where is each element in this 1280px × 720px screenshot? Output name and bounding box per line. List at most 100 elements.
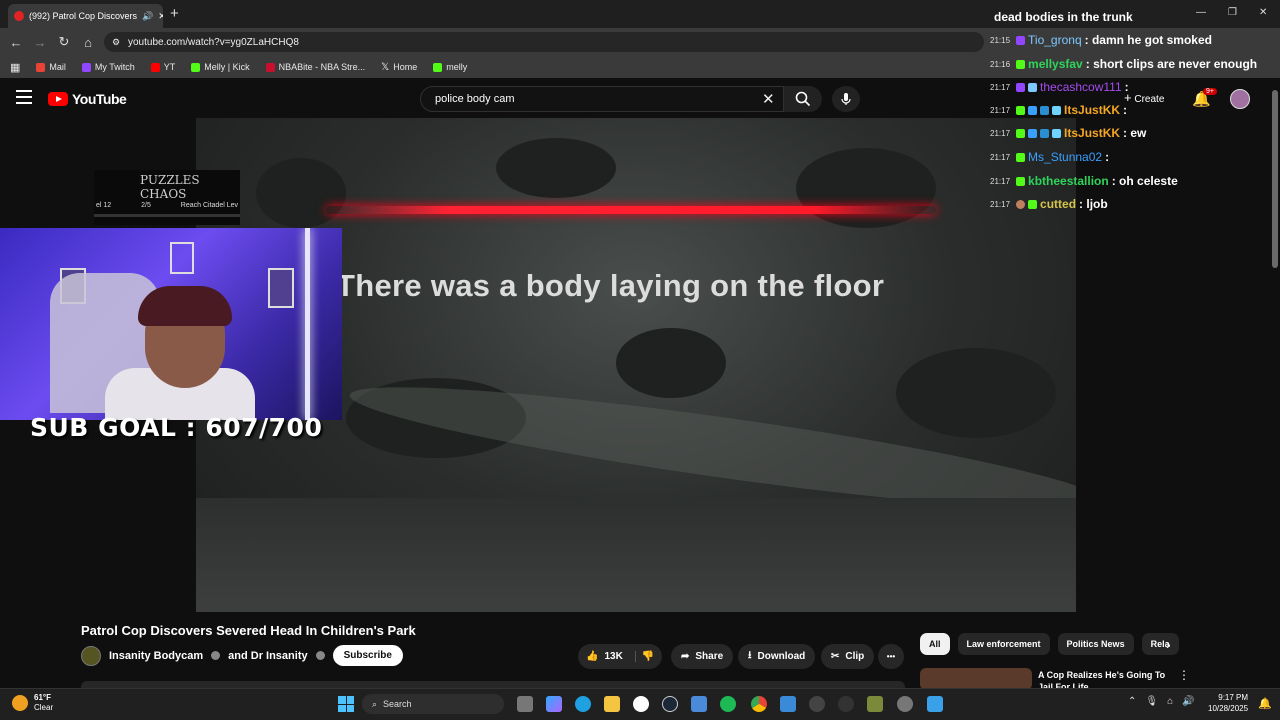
badge-icon bbox=[1028, 105, 1038, 115]
account-avatar[interactable] bbox=[1230, 89, 1250, 109]
obs-icon[interactable] bbox=[838, 696, 854, 712]
back-icon[interactable]: ← bbox=[4, 35, 28, 50]
search-button[interactable] bbox=[784, 86, 822, 112]
voice-search-button[interactable] bbox=[832, 86, 860, 112]
bookmark-label: My Twitch bbox=[94, 62, 135, 72]
new-tab-button[interactable]: + bbox=[170, 5, 179, 22]
search-input[interactable]: police body cam bbox=[420, 86, 784, 112]
channel-avatar[interactable] bbox=[81, 645, 101, 666]
reload-icon[interactable]: ↻ bbox=[52, 34, 76, 50]
recommended-more-icon[interactable]: ⋮ bbox=[1178, 668, 1190, 682]
site-info-icon[interactable]: ⚙ bbox=[112, 37, 120, 48]
kick-badge-icon bbox=[1028, 199, 1038, 209]
channel-name[interactable]: Insanity Bodycam bbox=[109, 650, 203, 662]
page-scrollbar[interactable] bbox=[1272, 90, 1278, 268]
weather-widget[interactable]: 61°F Clear bbox=[12, 693, 53, 713]
network-icon[interactable]: ⌂ bbox=[1167, 696, 1173, 707]
volume-icon[interactable]: 🔊 bbox=[1182, 696, 1194, 707]
spotify-icon[interactable] bbox=[720, 696, 736, 712]
more-icon: ••• bbox=[886, 652, 896, 661]
share-button[interactable]: ➦ Share bbox=[671, 644, 734, 669]
chat-text: : damn he got smoked bbox=[1084, 33, 1212, 47]
forward-icon[interactable]: → bbox=[28, 35, 52, 50]
kick-badge-icon bbox=[1016, 176, 1026, 186]
share-label: Share bbox=[695, 651, 724, 662]
taskbar-clock[interactable]: 9:17 PM 10/28/2025 bbox=[1208, 692, 1248, 714]
apps-icon[interactable]: ▦ bbox=[10, 61, 20, 74]
x-icon: 𝕏 bbox=[381, 61, 390, 73]
chip-law-enforcement[interactable]: Law enforcement bbox=[957, 633, 1050, 655]
chips-next-icon[interactable]: › bbox=[1166, 636, 1171, 652]
home-icon[interactable]: ⌂ bbox=[76, 35, 100, 50]
browser-tab[interactable]: (992) Patrol Cop Discovers 🔊 ✕ bbox=[8, 4, 163, 28]
bookmark-home[interactable]: 𝕏 Home bbox=[381, 62, 417, 73]
minimize-icon[interactable]: — bbox=[1196, 7, 1206, 18]
recommended-thumbnail[interactable] bbox=[920, 668, 1032, 690]
windows-start-icon[interactable] bbox=[338, 696, 354, 712]
dislike-button[interactable]: 👎 bbox=[634, 651, 654, 662]
copilot-icon[interactable] bbox=[546, 696, 562, 712]
youtube-logo[interactable]: YouTube bbox=[48, 91, 127, 107]
file-explorer-icon[interactable] bbox=[604, 696, 620, 712]
ground bbox=[196, 498, 1076, 612]
notification-center-icon[interactable]: 🔔 bbox=[1258, 697, 1272, 710]
create-label: Create bbox=[1134, 94, 1165, 105]
url-bar[interactable]: ⚙ youtube.com/watch?v=yg0ZLaHCHQ8 bbox=[104, 32, 984, 52]
create-button[interactable]: + Create bbox=[1124, 90, 1164, 105]
bookmark-mail[interactable]: Mail bbox=[36, 62, 66, 72]
chat-username: mellysfav bbox=[1028, 57, 1083, 71]
video-scenery bbox=[256, 158, 346, 228]
close-tab-icon[interactable]: ✕ bbox=[158, 11, 163, 22]
task-view-icon[interactable] bbox=[517, 696, 533, 712]
mail-icon bbox=[36, 62, 46, 72]
like-button[interactable]: 👍 13K bbox=[586, 651, 623, 662]
clear-search-icon[interactable]: ✕ bbox=[762, 90, 775, 108]
media-player-icon[interactable] bbox=[809, 696, 825, 712]
mute-tab-icon[interactable]: 🔊 bbox=[142, 11, 153, 22]
like-dislike-group: 👍 13K 👎 bbox=[578, 644, 662, 669]
chip-politics-news[interactable]: Politics News bbox=[1057, 633, 1134, 655]
bookmark-melly[interactable]: melly bbox=[433, 62, 467, 72]
bookmark-yt[interactable]: YT bbox=[150, 62, 175, 72]
taskbar-search[interactable]: ⌕ Search bbox=[362, 694, 504, 714]
close-window-icon[interactable]: ✕ bbox=[1259, 7, 1267, 18]
subscribe-button[interactable]: Subscribe bbox=[332, 645, 403, 666]
edge-icon[interactable] bbox=[575, 696, 591, 712]
menu-icon[interactable] bbox=[16, 90, 32, 104]
clip-button[interactable]: ✂ Clip bbox=[821, 644, 875, 669]
chrome-icon[interactable] bbox=[751, 696, 767, 712]
red-glow-line bbox=[326, 206, 936, 214]
channel-row: Insanity Bodycam and Dr Insanity Subscri… bbox=[81, 645, 403, 666]
chat-username: Tio_gronq bbox=[1028, 33, 1082, 47]
maximize-icon[interactable]: ❐ bbox=[1228, 7, 1237, 18]
tray-chevron-icon[interactable]: ⌃ bbox=[1128, 696, 1136, 707]
app-f-icon[interactable] bbox=[927, 696, 943, 712]
bookmark-kick[interactable]: Melly | Kick bbox=[191, 62, 250, 72]
chat-username: Ms_Stunna02 bbox=[1028, 150, 1103, 164]
kick-badge-icon bbox=[1016, 59, 1026, 69]
collaborator-name[interactable]: and Dr Insanity bbox=[228, 650, 307, 662]
bookmark-nbabite[interactable]: NBABite - NBA Stre... bbox=[265, 62, 365, 72]
related-filter-chips: All Law enforcement Politics News Rela bbox=[920, 633, 1179, 655]
photos-icon[interactable] bbox=[780, 696, 796, 712]
microsoft-store-icon[interactable] bbox=[691, 696, 707, 712]
bookmark-twitch[interactable]: My Twitch bbox=[81, 62, 135, 72]
download-icon: ⭳ bbox=[748, 650, 752, 661]
more-actions-button[interactable]: ••• bbox=[878, 644, 904, 669]
settings-icon[interactable] bbox=[897, 696, 913, 712]
download-button[interactable]: ⭳ Download bbox=[738, 644, 816, 669]
xbox-icon[interactable] bbox=[633, 696, 649, 712]
weather-temp: 61°F bbox=[34, 693, 51, 702]
search-icon bbox=[795, 91, 811, 107]
chip-all[interactable]: All bbox=[920, 633, 950, 655]
bookmark-label: Melly | Kick bbox=[204, 62, 250, 72]
chip-related[interactable]: Rela bbox=[1141, 633, 1179, 655]
like-count: 13K bbox=[604, 651, 623, 662]
game-icon[interactable] bbox=[867, 696, 883, 712]
led-strip bbox=[305, 228, 310, 420]
steam-icon[interactable] bbox=[662, 696, 678, 712]
video-caption: There was a body laying on the floor bbox=[336, 268, 885, 303]
bookmark-label: Mail bbox=[49, 62, 66, 72]
microphone-tray-icon[interactable]: 🎙 bbox=[1145, 696, 1158, 707]
badge-icon bbox=[1040, 128, 1050, 138]
